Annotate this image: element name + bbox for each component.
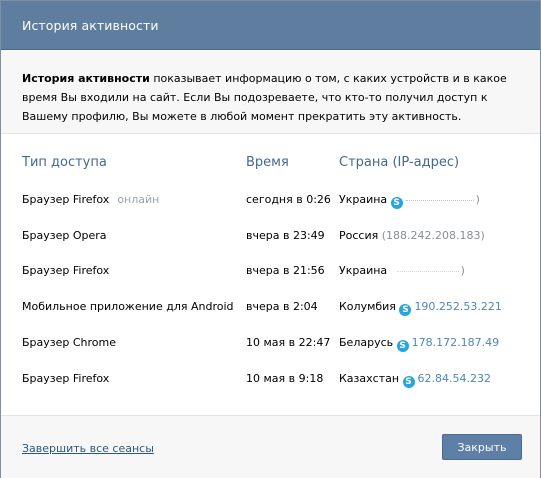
table-row: Браузер Opera вчера в 23:49 Россия (188.… (22, 226, 522, 246)
masked-ip (405, 199, 474, 201)
ip-address-link[interactable]: 190.252.53.221 (414, 300, 501, 313)
close-button[interactable]: Закрыть (442, 434, 522, 460)
skype-icon: S (396, 340, 409, 352)
header-country-ip: Страна (IP-адрес) (339, 155, 460, 170)
access-type: Браузер Opera (22, 229, 107, 242)
dialog-title: История активности (22, 17, 159, 33)
country: Колумбия (339, 300, 396, 313)
dialog-titlebar: История активности (1, 1, 540, 50)
skype-icon: S (390, 197, 403, 209)
intro-bold: История активности (22, 72, 150, 85)
access-type: Браузер Firefox (22, 193, 110, 206)
time-cell: 10 мая в 9:18 (246, 372, 324, 385)
activity-history-dialog: История активности История активности по… (0, 0, 541, 478)
ip-address: (188.242.208.183) (381, 229, 485, 242)
time-cell: сегодня в 0:26 (246, 193, 331, 206)
country-cell: Казахстан S 62.84.54.232 (339, 369, 491, 389)
closing-paren: ) (475, 193, 480, 206)
header-access-type: Тип доступа (22, 155, 107, 170)
dialog-footer: Завершить все сеансы Закрыть (1, 415, 540, 478)
table-row: Браузер Firefox онлайн сегодня в 0:26 Укр… (22, 190, 522, 210)
access-type: Мобильное приложение для Android (22, 300, 234, 313)
ip-address-link[interactable]: 178.172.187.49 (412, 336, 499, 349)
country-cell: Украина S) (339, 190, 480, 210)
intro-description: История активности показывает информацию… (1, 50, 540, 134)
header-time: Время (246, 155, 289, 170)
country: Украина (339, 264, 388, 277)
closing-paren: ) (460, 264, 465, 277)
time-cell: вчера в 2:04 (246, 300, 318, 313)
access-type: Браузер Firefox (22, 264, 110, 277)
access-type-cell: Браузер Firefox онлайн (22, 190, 159, 210)
table-row: Браузер Firefox 10 мая в 9:18 Казахстан … (22, 369, 522, 389)
country-cell: Россия (188.242.208.183) (339, 226, 485, 246)
end-all-sessions-link[interactable]: Завершить все сеансы (22, 442, 154, 455)
online-status: онлайн (117, 193, 160, 206)
skype-icon: S (402, 376, 415, 388)
country: Россия (339, 229, 379, 242)
country: Беларусь (339, 336, 394, 349)
table-row: Мобильное приложение для Android вчера в… (22, 297, 522, 317)
country: Украина (339, 193, 388, 206)
time-cell: вчера в 21:56 (246, 264, 325, 277)
skype-icon: S (399, 304, 412, 316)
time-cell: 10 мая в 22:47 (246, 336, 331, 349)
ip-address-link[interactable]: 62.84.54.232 (418, 372, 491, 385)
table-row: Браузер Firefox вчера в 21:56 Украина ) (22, 261, 522, 281)
country: Казахстан (339, 372, 400, 385)
country-cell: Украина ) (339, 261, 465, 281)
country-cell: Колумбия S 190.252.53.221 (339, 297, 502, 317)
access-type: Браузер Chrome (22, 336, 117, 349)
table-row: Браузер Chrome 10 мая в 22:47 Беларусь S… (22, 333, 522, 353)
access-type: Браузер Firefox (22, 372, 110, 385)
time-cell: вчера в 23:49 (246, 229, 325, 242)
masked-ip (396, 270, 459, 272)
country-cell: Беларусь S 178.172.187.49 (339, 333, 499, 353)
